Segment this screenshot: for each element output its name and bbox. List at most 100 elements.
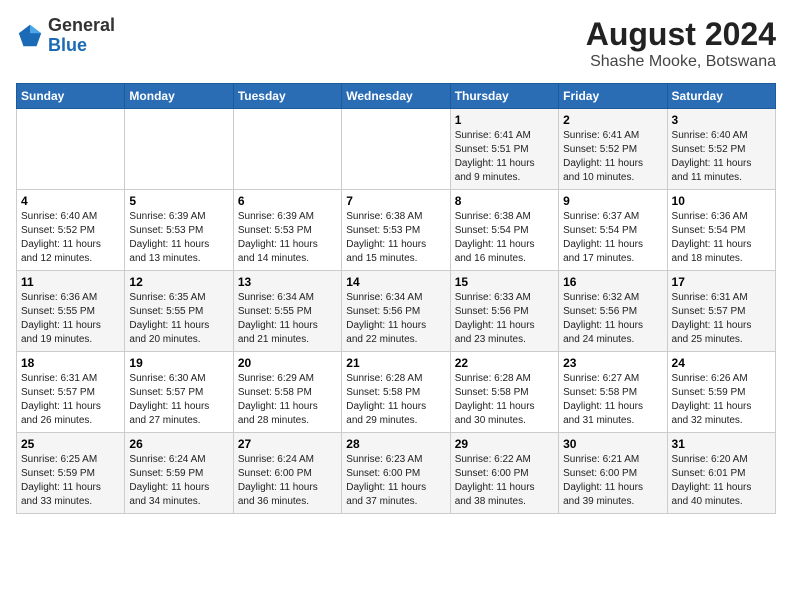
day-number: 2 — [563, 113, 662, 127]
day-cell: 13 Sunrise: 6:34 AM Sunset: 5:55 PM Dayli… — [233, 271, 341, 352]
day-info: Sunrise: 6:36 AM Sunset: 5:55 PM Dayligh… — [21, 291, 120, 347]
header-cell-sunday: Sunday — [17, 84, 125, 109]
day-cell: 5 Sunrise: 6:39 AM Sunset: 5:53 PM Daylig… — [125, 190, 233, 271]
day-cell: 19 Sunrise: 6:30 AM Sunset: 5:57 PM Dayli… — [125, 352, 233, 433]
day-cell — [342, 109, 450, 190]
day-number: 9 — [563, 194, 662, 208]
day-number: 22 — [455, 356, 554, 370]
day-number: 27 — [238, 437, 337, 451]
calendar-body: 1Sunrise: 6:41 AM Sunset: 5:51 PM Daylig… — [17, 109, 776, 514]
day-number: 3 — [672, 113, 771, 127]
day-info: Sunrise: 6:38 AM Sunset: 5:54 PM Dayligh… — [455, 210, 554, 266]
day-number: 30 — [563, 437, 662, 451]
day-cell — [233, 109, 341, 190]
day-cell: 9Sunrise: 6:37 AM Sunset: 5:54 PM Daylig… — [559, 190, 667, 271]
day-number: 4 — [21, 194, 120, 208]
page-title: August 2024 — [586, 16, 776, 53]
day-number: 23 — [563, 356, 662, 370]
day-number: 21 — [346, 356, 445, 370]
day-info: Sunrise: 6:26 AM Sunset: 5:59 PM Dayligh… — [672, 372, 771, 428]
page-subtitle: Shashe Mooke, Botswana — [586, 53, 776, 71]
day-info: Sunrise: 6:24 AM Sunset: 5:59 PM Dayligh… — [129, 453, 228, 509]
day-cell: 31 Sunrise: 6:20 AM Sunset: 6:01 PM Dayli… — [667, 433, 775, 514]
day-cell: 15 Sunrise: 6:33 AM Sunset: 5:56 PM Dayli… — [450, 271, 558, 352]
week-row-2: 4 Sunrise: 6:40 AM Sunset: 5:52 PM Daylig… — [17, 190, 776, 271]
day-number: 20 — [238, 356, 337, 370]
day-cell: 28Sunrise: 6:23 AM Sunset: 6:00 PM Dayli… — [342, 433, 450, 514]
day-number: 19 — [129, 356, 228, 370]
day-info: Sunrise: 6:39 AM Sunset: 5:53 PM Dayligh… — [238, 210, 337, 266]
day-number: 10 — [672, 194, 771, 208]
day-cell: 14 Sunrise: 6:34 AM Sunset: 5:56 PM Dayli… — [342, 271, 450, 352]
header-cell-tuesday: Tuesday — [233, 84, 341, 109]
header-cell-saturday: Saturday — [667, 84, 775, 109]
day-cell: 26Sunrise: 6:24 AM Sunset: 5:59 PM Dayli… — [125, 433, 233, 514]
day-number: 25 — [21, 437, 120, 451]
day-number: 13 — [238, 275, 337, 289]
calendar-table: SundayMondayTuesdayWednesdayThursdayFrid… — [16, 83, 776, 514]
title-area: August 2024 Shashe Mooke, Botswana — [586, 16, 776, 71]
day-info: Sunrise: 6:39 AM Sunset: 5:53 PM Dayligh… — [129, 210, 228, 266]
day-number: 5 — [129, 194, 228, 208]
day-info: Sunrise: 6:36 AM Sunset: 5:54 PM Dayligh… — [672, 210, 771, 266]
day-cell: 29 Sunrise: 6:22 AM Sunset: 6:00 PM Dayli… — [450, 433, 558, 514]
day-cell: 8 Sunrise: 6:38 AM Sunset: 5:54 PM Daylig… — [450, 190, 558, 271]
day-number: 16 — [563, 275, 662, 289]
header-row: SundayMondayTuesdayWednesdayThursdayFrid… — [17, 84, 776, 109]
day-info: Sunrise: 6:32 AM Sunset: 5:56 PM Dayligh… — [563, 291, 662, 347]
day-info: Sunrise: 6:27 AM Sunset: 5:58 PM Dayligh… — [563, 372, 662, 428]
day-info: Sunrise: 6:34 AM Sunset: 5:56 PM Dayligh… — [346, 291, 445, 347]
day-info: Sunrise: 6:40 AM Sunset: 5:52 PM Dayligh… — [672, 129, 771, 185]
day-number: 31 — [672, 437, 771, 451]
day-cell: 25 Sunrise: 6:25 AM Sunset: 5:59 PM Dayli… — [17, 433, 125, 514]
day-cell: 2Sunrise: 6:41 AM Sunset: 5:52 PM Daylig… — [559, 109, 667, 190]
logo-blue: Blue — [48, 36, 115, 56]
day-info: Sunrise: 6:35 AM Sunset: 5:55 PM Dayligh… — [129, 291, 228, 347]
week-row-1: 1Sunrise: 6:41 AM Sunset: 5:51 PM Daylig… — [17, 109, 776, 190]
header: General Blue August 2024 Shashe Mooke, B… — [16, 16, 776, 71]
day-number: 15 — [455, 275, 554, 289]
day-cell: 27Sunrise: 6:24 AM Sunset: 6:00 PM Dayli… — [233, 433, 341, 514]
day-cell: 7Sunrise: 6:38 AM Sunset: 5:53 PM Daylig… — [342, 190, 450, 271]
day-info: Sunrise: 6:30 AM Sunset: 5:57 PM Dayligh… — [129, 372, 228, 428]
day-number: 29 — [455, 437, 554, 451]
day-info: Sunrise: 6:29 AM Sunset: 5:58 PM Dayligh… — [238, 372, 337, 428]
day-info: Sunrise: 6:20 AM Sunset: 6:01 PM Dayligh… — [672, 453, 771, 509]
day-cell: 10 Sunrise: 6:36 AM Sunset: 5:54 PM Dayli… — [667, 190, 775, 271]
header-cell-friday: Friday — [559, 84, 667, 109]
day-info: Sunrise: 6:25 AM Sunset: 5:59 PM Dayligh… — [21, 453, 120, 509]
day-number: 14 — [346, 275, 445, 289]
day-number: 17 — [672, 275, 771, 289]
calendar-header: SundayMondayTuesdayWednesdayThursdayFrid… — [17, 84, 776, 109]
day-cell: 24Sunrise: 6:26 AM Sunset: 5:59 PM Dayli… — [667, 352, 775, 433]
day-number: 12 — [129, 275, 228, 289]
day-cell: 6Sunrise: 6:39 AM Sunset: 5:53 PM Daylig… — [233, 190, 341, 271]
week-row-4: 18Sunrise: 6:31 AM Sunset: 5:57 PM Dayli… — [17, 352, 776, 433]
day-cell: 4 Sunrise: 6:40 AM Sunset: 5:52 PM Daylig… — [17, 190, 125, 271]
day-info: Sunrise: 6:40 AM Sunset: 5:52 PM Dayligh… — [21, 210, 120, 266]
day-cell: 20 Sunrise: 6:29 AM Sunset: 5:58 PM Dayli… — [233, 352, 341, 433]
day-cell: 16 Sunrise: 6:32 AM Sunset: 5:56 PM Dayli… — [559, 271, 667, 352]
logo-general: General — [48, 16, 115, 36]
day-number: 1 — [455, 113, 554, 127]
day-info: Sunrise: 6:33 AM Sunset: 5:56 PM Dayligh… — [455, 291, 554, 347]
day-info: Sunrise: 6:31 AM Sunset: 5:57 PM Dayligh… — [672, 291, 771, 347]
day-cell: 23 Sunrise: 6:27 AM Sunset: 5:58 PM Dayli… — [559, 352, 667, 433]
day-cell: 17 Sunrise: 6:31 AM Sunset: 5:57 PM Dayli… — [667, 271, 775, 352]
day-cell: 1Sunrise: 6:41 AM Sunset: 5:51 PM Daylig… — [450, 109, 558, 190]
day-cell — [17, 109, 125, 190]
week-row-3: 11Sunrise: 6:36 AM Sunset: 5:55 PM Dayli… — [17, 271, 776, 352]
day-cell: 22Sunrise: 6:28 AM Sunset: 5:58 PM Dayli… — [450, 352, 558, 433]
logo-icon — [16, 22, 44, 50]
day-info: Sunrise: 6:21 AM Sunset: 6:00 PM Dayligh… — [563, 453, 662, 509]
day-number: 8 — [455, 194, 554, 208]
day-info: Sunrise: 6:34 AM Sunset: 5:55 PM Dayligh… — [238, 291, 337, 347]
day-info: Sunrise: 6:38 AM Sunset: 5:53 PM Dayligh… — [346, 210, 445, 266]
day-info: Sunrise: 6:22 AM Sunset: 6:00 PM Dayligh… — [455, 453, 554, 509]
day-number: 28 — [346, 437, 445, 451]
logo: General Blue — [16, 16, 115, 56]
logo-text: General Blue — [48, 16, 115, 56]
week-row-5: 25 Sunrise: 6:25 AM Sunset: 5:59 PM Dayli… — [17, 433, 776, 514]
day-cell — [125, 109, 233, 190]
day-info: Sunrise: 6:28 AM Sunset: 5:58 PM Dayligh… — [346, 372, 445, 428]
